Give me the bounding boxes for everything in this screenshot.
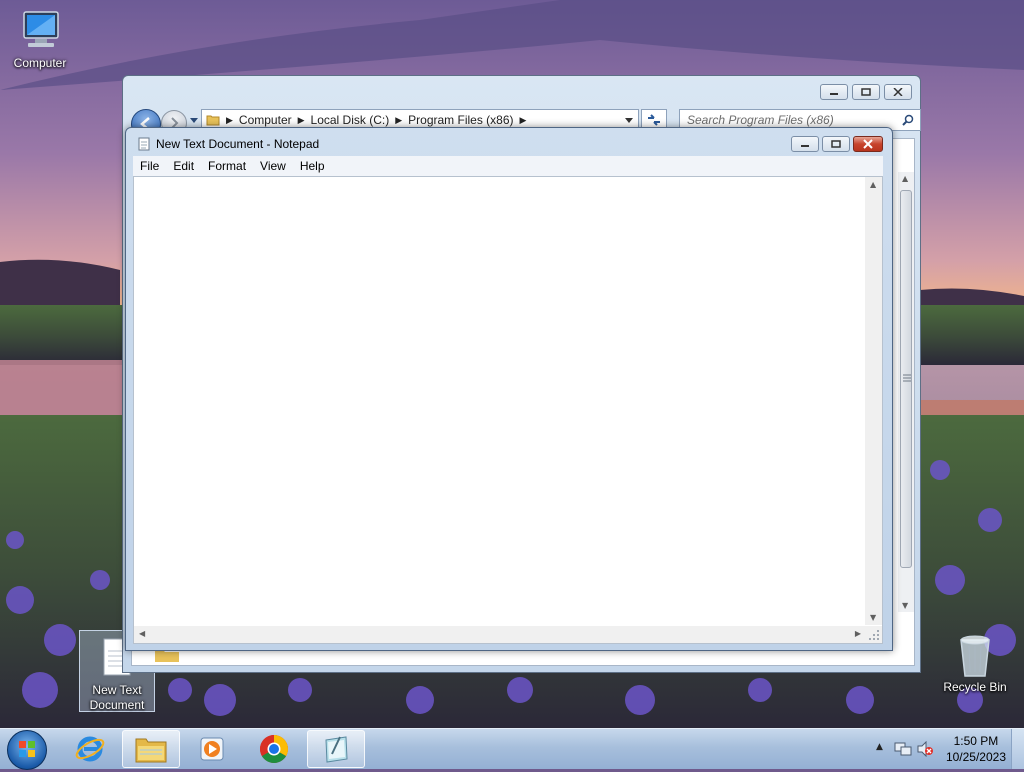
scroll-up-arrow-icon[interactable]: ▲	[902, 174, 908, 183]
network-icon[interactable]	[894, 741, 912, 757]
resize-grip[interactable]	[865, 626, 882, 643]
taskbar: ▲ 1:50 PM 10/25/2023	[0, 728, 1024, 770]
clock[interactable]: 1:50 PM 10/25/2023	[946, 733, 1006, 765]
scrollbar-thumb[interactable]	[900, 190, 912, 568]
scroll-down-arrow-icon[interactable]: ▼	[870, 613, 876, 622]
menu-view[interactable]: View	[253, 156, 293, 176]
show-hidden-icons-button[interactable]: ▲	[876, 742, 883, 752]
menu-help[interactable]: Help	[293, 156, 332, 176]
desktop-icon-label: Recycle Bin	[943, 680, 1007, 694]
menu-edit[interactable]: Edit	[166, 156, 201, 176]
breadcrumb-separator-icon: ▶	[519, 114, 527, 125]
desktop-icon-computer[interactable]: Computer	[2, 8, 78, 70]
notepad-vertical-scrollbar[interactable]: ▲ ▼	[865, 177, 882, 625]
menu-format[interactable]: Format	[201, 156, 253, 176]
taskbar-media-player[interactable]	[183, 730, 241, 768]
scroll-down-arrow-icon[interactable]: ▼	[902, 601, 908, 610]
grip-icon	[903, 374, 911, 382]
clock-date: 10/25/2023	[945, 750, 1006, 764]
breadcrumb-computer[interactable]: Computer	[239, 113, 292, 127]
breadcrumb-local-disk[interactable]: Local Disk (C:)	[311, 113, 390, 127]
explorer-close-button[interactable]	[884, 84, 912, 100]
explorer-caption-buttons	[820, 84, 912, 100]
text-editor-area[interactable]: ▲ ▼ ◀ ▶	[133, 176, 883, 644]
window-title: New Text Document - Notepad	[156, 137, 320, 151]
taskbar-chrome[interactable]	[245, 730, 303, 768]
menu-file[interactable]: File	[133, 156, 166, 176]
maximize-icon	[861, 88, 871, 96]
system-tray: ▲ 1:50 PM 10/25/2023	[854, 729, 1024, 769]
media-player-icon	[200, 737, 224, 761]
windows-logo-icon	[19, 741, 35, 757]
notepad-caption-buttons	[791, 136, 883, 152]
clock-time: 1:50 PM	[953, 734, 999, 748]
notepad-window[interactable]: New Text Document - Notepad File Edit Fo…	[125, 127, 893, 651]
maximize-icon	[831, 140, 841, 148]
menu-bar: File Edit Format View Help	[133, 156, 883, 176]
computer-icon	[23, 11, 59, 47]
internet-explorer-icon	[75, 736, 105, 762]
file-explorer-icon	[135, 738, 167, 763]
document-content[interactable]	[138, 179, 862, 623]
chrome-icon	[260, 735, 288, 763]
taskbar-file-explorer[interactable]	[122, 730, 180, 768]
volume-muted-icon[interactable]	[916, 741, 934, 757]
desktop-icon-label: Computer	[13, 56, 67, 70]
recycle-bin-icon	[960, 635, 990, 677]
address-dropdown-icon[interactable]	[624, 117, 634, 125]
breadcrumb-separator-icon: ▶	[226, 114, 233, 125]
folder-icon	[206, 115, 220, 126]
close-icon	[863, 139, 873, 149]
breadcrumb-separator-icon: ▶	[297, 114, 305, 125]
show-desktop-button[interactable]	[1011, 729, 1024, 769]
explorer-maximize-button[interactable]	[852, 84, 880, 100]
notepad-maximize-button[interactable]	[822, 136, 850, 152]
notepad-horizontal-scrollbar[interactable]: ◀ ▶	[134, 626, 866, 643]
minimize-icon	[801, 145, 809, 147]
search-placeholder: Search Program Files (x86)	[687, 113, 834, 127]
notepad-icon	[325, 736, 348, 763]
resize-grip-icon	[869, 630, 879, 640]
notepad-minimize-button[interactable]	[791, 136, 819, 152]
scroll-left-arrow-icon[interactable]: ◀	[139, 629, 145, 638]
recent-pages-dropdown-icon[interactable]	[189, 117, 199, 125]
close-icon	[893, 88, 903, 96]
start-button[interactable]	[7, 730, 47, 770]
taskbar-notepad[interactable]	[307, 730, 365, 768]
minimize-icon	[830, 93, 838, 95]
scroll-up-arrow-icon[interactable]: ▲	[870, 180, 876, 189]
desktop-icon-label: New Text Document	[89, 683, 145, 712]
notepad-icon	[138, 137, 150, 151]
taskbar-internet-explorer[interactable]	[61, 730, 119, 768]
scroll-right-arrow-icon[interactable]: ▶	[855, 629, 861, 638]
desktop-icon-recycle-bin[interactable]: Recycle Bin	[937, 632, 1013, 694]
search-icon	[902, 114, 914, 126]
breadcrumb-separator-icon: ▶	[395, 114, 403, 125]
notepad-close-button[interactable]	[853, 136, 883, 152]
breadcrumb-program-files[interactable]: Program Files (x86)	[408, 113, 513, 127]
explorer-minimize-button[interactable]	[820, 84, 848, 100]
explorer-vertical-scrollbar[interactable]: ▲ ▼	[898, 172, 914, 612]
